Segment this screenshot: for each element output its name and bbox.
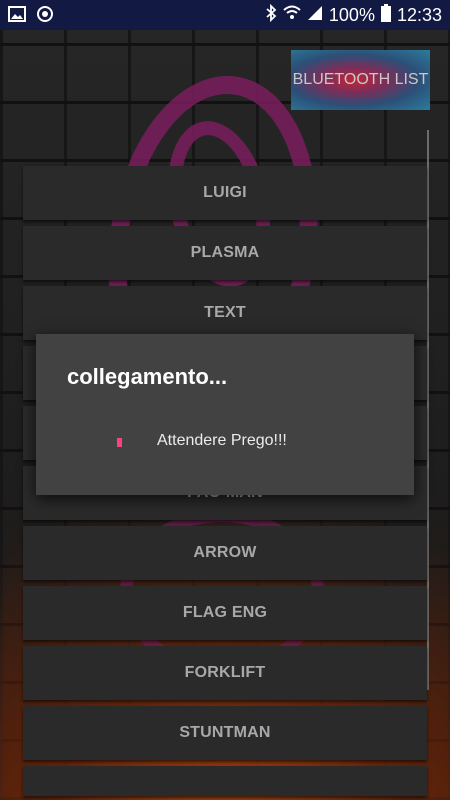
- status-bar: 100% 12:33: [0, 0, 450, 30]
- list-item[interactable]: LUIGI: [23, 166, 427, 220]
- progress-spinner-icon: [117, 438, 122, 447]
- list-item-label: FORKLIFT: [184, 664, 266, 681]
- list-item-label: LUIGI: [203, 184, 247, 201]
- wifi-icon: [283, 5, 301, 26]
- list-item-label: TEXT: [204, 304, 246, 321]
- progress-dialog: collegamento... Attendere Prego!!!: [36, 334, 414, 495]
- dialog-message: Attendere Prego!!!: [157, 432, 287, 449]
- dialog-title: collegamento...: [67, 364, 228, 389]
- battery-icon: [380, 4, 391, 27]
- bluetooth-list-button[interactable]: BLUETOOTH LIST: [291, 50, 430, 110]
- list-item[interactable]: FLAG ENG: [23, 586, 427, 640]
- bluetooth-icon: [265, 3, 277, 27]
- battery-percent: 100%: [328, 5, 375, 25]
- clock: 12:33: [396, 5, 442, 25]
- list-item[interactable]: TEXT: [23, 286, 427, 340]
- list-item[interactable]: PLASMA: [23, 226, 427, 280]
- list-item-label: STUNTMAN: [179, 724, 271, 741]
- list-item-label: FLAG ENG: [182, 604, 268, 621]
- list-item[interactable]: STUNTMAN: [23, 706, 427, 760]
- image-icon: [8, 5, 26, 28]
- list-item-label: PLASMA: [190, 244, 260, 261]
- list-item[interactable]: [23, 766, 427, 796]
- sync-icon: [36, 5, 54, 28]
- signal-icon: [307, 5, 323, 26]
- list-item[interactable]: FORKLIFT: [23, 646, 427, 700]
- list-item[interactable]: ARROW: [23, 526, 427, 580]
- list-item-label: ARROW: [193, 544, 257, 561]
- scrollbar[interactable]: [427, 130, 429, 690]
